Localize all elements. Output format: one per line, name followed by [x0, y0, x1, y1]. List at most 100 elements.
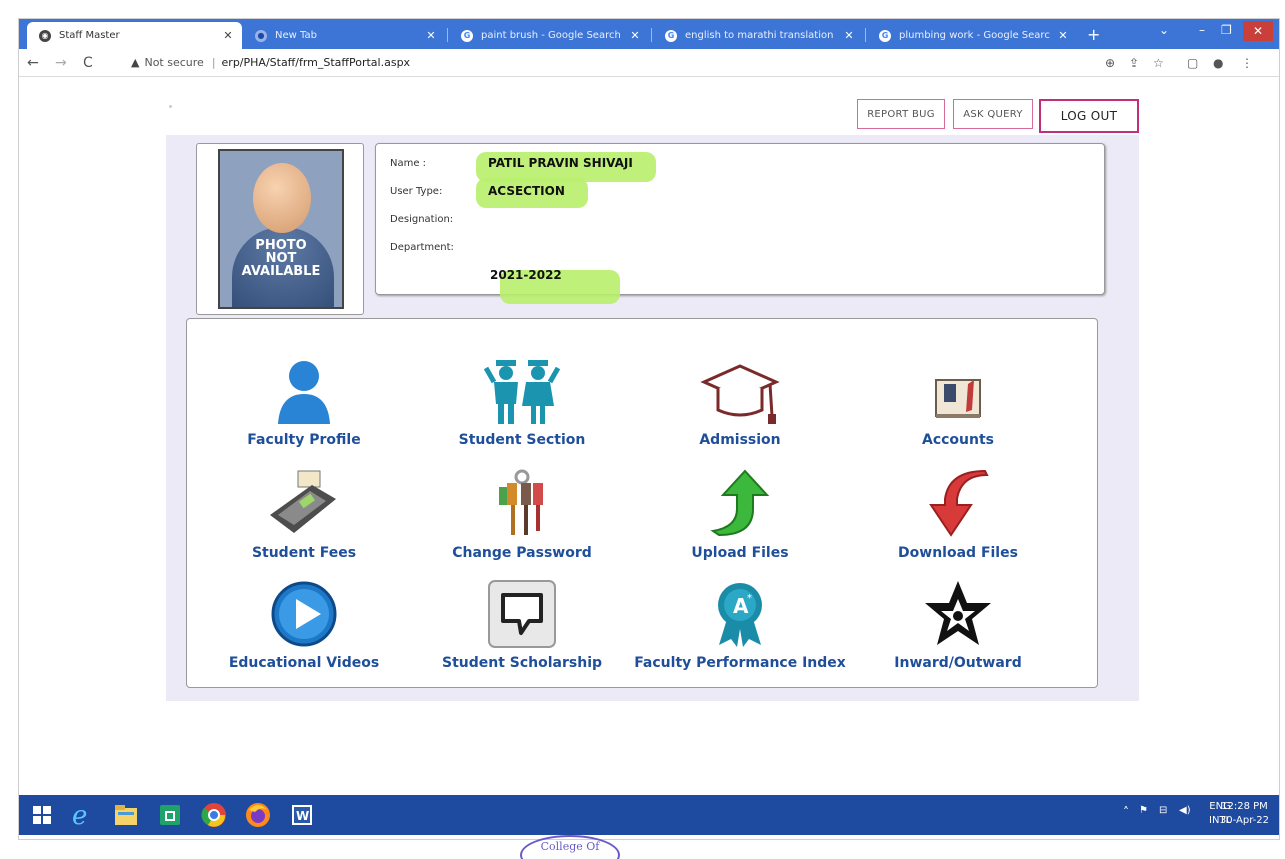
network-icon[interactable]: ⊟ — [1159, 805, 1167, 816]
profile-icon[interactable]: ● — [1213, 56, 1223, 70]
ask-query-button[interactable]: ASK QUERY — [953, 99, 1033, 129]
department-label: Department: — [390, 242, 454, 253]
browser-window: ◉ Staff Master ✕ ● New Tab ✕ G paint bru… — [18, 18, 1280, 840]
google-icon: G — [879, 29, 891, 42]
chat-bubble-icon — [482, 577, 562, 649]
name-value: PATIL PRAVIN SHIVAJI — [488, 156, 633, 170]
close-icon[interactable]: ✕ — [1055, 29, 1071, 42]
close-icon[interactable]: ✕ — [423, 29, 439, 42]
windows-start-icon[interactable] — [27, 800, 57, 830]
student-scholarship-tile[interactable]: Student Scholarship — [412, 577, 632, 687]
module-label: Download Files — [898, 545, 1018, 561]
card-machine-icon — [264, 467, 344, 539]
accounts-tile[interactable]: Accounts — [848, 354, 1068, 464]
google-icon: G — [461, 29, 473, 42]
academic-year: 2021-2022 — [490, 268, 562, 282]
minimize-icon[interactable]: – — [1199, 23, 1205, 37]
avatar-head — [253, 163, 311, 233]
new-tab-button[interactable]: + — [1087, 25, 1100, 44]
tab-plumbing-work[interactable]: G plumbing work - Google Searc ✕ — [867, 22, 1077, 49]
chevron-down-icon[interactable]: ⌄ — [1159, 23, 1169, 37]
url-text: erp/PHA/Staff/frm_StaffPortal.aspx — [221, 56, 411, 69]
chevron-up-icon[interactable]: ˄ — [1123, 805, 1129, 819]
bookmark-star-icon[interactable]: ☆ — [1153, 56, 1164, 70]
chrome-icon[interactable] — [199, 800, 229, 830]
educational-videos-tile[interactable]: Educational Videos — [194, 577, 414, 687]
keys-icon — [482, 467, 562, 539]
taskbar: e W ˄ ⚑ ⊟ ◀) ENG INTL 12:28 PM 30-Apr-22 — [19, 795, 1279, 835]
star-arrows-icon — [918, 577, 998, 649]
log-out-button[interactable]: LOG OUT — [1039, 99, 1139, 133]
upload-arrow-icon — [700, 467, 780, 539]
svg-text:e: e — [72, 802, 87, 828]
back-icon[interactable]: ← — [27, 55, 39, 71]
close-window-button[interactable]: ✕ — [1243, 21, 1273, 41]
admission-tile[interactable]: Admission — [630, 354, 850, 464]
photo-frame: PHOTO NOT AVAILABLE — [196, 143, 364, 315]
share-icon[interactable]: ⇪ — [1129, 56, 1139, 70]
student-section-tile[interactable]: Student Section — [412, 354, 632, 464]
flag-icon[interactable]: ⚑ — [1139, 805, 1148, 816]
report-bug-button[interactable]: REPORT BUG — [857, 99, 945, 129]
module-label: Admission — [699, 432, 781, 448]
module-label: Faculty Performance Index — [634, 655, 846, 671]
module-label: Inward/Outward — [894, 655, 1022, 671]
menu-icon[interactable]: ⋮ — [1241, 56, 1253, 70]
tab-new-tab[interactable]: ● New Tab ✕ — [243, 22, 445, 49]
volume-icon[interactable]: ◀) — [1179, 805, 1191, 816]
faculty-profile-tile[interactable]: Faculty Profile — [194, 354, 414, 464]
forward-icon[interactable]: → — [55, 55, 67, 71]
close-icon[interactable]: ✕ — [841, 29, 857, 42]
module-label: Accounts — [921, 432, 994, 448]
tab-label: Staff Master — [59, 30, 120, 41]
graduation-cap-icon — [700, 354, 780, 426]
photo-placeholder-text: PHOTO NOT AVAILABLE — [220, 239, 342, 278]
module-label: Student Section — [458, 432, 586, 448]
module-grid: Faculty Profile Student Section Admissio… — [186, 318, 1098, 688]
tab-english-marathi[interactable]: G english to marathi translation ✕ — [653, 22, 863, 49]
page-content: REPORT BUG ASK QUERY LOG OUT PHOTO NOT A… — [19, 77, 1279, 795]
tab-label: english to marathi translation — [685, 30, 834, 41]
faculty-performance-index-tile[interactable]: A * Faculty Performance Index — [630, 577, 850, 687]
inward-outward-tile[interactable]: Inward/Outward — [848, 577, 1068, 687]
name-label: Name : — [390, 158, 427, 169]
zoom-icon[interactable]: ⊕ — [1105, 56, 1115, 70]
store-icon[interactable] — [155, 800, 185, 830]
module-label: Educational Videos — [228, 655, 380, 671]
warning-icon: ▲ — [131, 56, 140, 69]
module-label: Student Scholarship — [441, 655, 603, 671]
download-files-tile[interactable]: Download Files — [848, 467, 1068, 577]
restore-icon[interactable]: ❐ — [1221, 23, 1232, 37]
url-field[interactable]: ▲ Not secure | erp/PHA/Staff/frm_StaffPo… — [131, 56, 410, 69]
globe-icon: ◉ — [39, 29, 51, 42]
word-icon[interactable]: W — [287, 800, 317, 830]
clock-time: 12:28 PM — [1221, 801, 1268, 812]
file-explorer-icon[interactable] — [111, 800, 141, 830]
tab-separator — [447, 28, 448, 42]
tab-paint-brush[interactable]: G paint brush - Google Search ✕ — [449, 22, 649, 49]
avatar: PHOTO NOT AVAILABLE — [218, 149, 344, 309]
profile-info-card: Name : PATIL PRAVIN SHIVAJI User Type: A… — [375, 143, 1105, 304]
tab-separator — [651, 28, 652, 42]
clock[interactable]: 12:28 PM 30-Apr-22 — [1220, 800, 1269, 828]
upload-files-tile[interactable]: Upload Files — [630, 467, 850, 577]
close-icon[interactable]: ✕ — [627, 29, 643, 42]
firefox-icon[interactable] — [243, 800, 273, 830]
module-label: Student Fees — [251, 545, 357, 561]
students-icon — [482, 354, 562, 426]
download-arrow-icon — [918, 467, 998, 539]
tab-separator — [865, 28, 866, 42]
internet-explorer-icon[interactable]: e — [67, 800, 97, 830]
stamp-text: College Of — [540, 840, 600, 853]
tab-staff-master[interactable]: ◉ Staff Master ✕ — [27, 22, 242, 49]
photo-text-line: AVAILABLE — [241, 264, 321, 279]
reload-icon[interactable]: C — [83, 55, 93, 71]
designation-label: Designation: — [390, 214, 454, 225]
award-ribbon-icon: A * — [700, 577, 780, 649]
close-icon[interactable]: ✕ — [220, 29, 236, 42]
svg-text:W: W — [296, 809, 309, 823]
change-password-tile[interactable]: Change Password — [412, 467, 632, 577]
student-fees-tile[interactable]: Student Fees — [194, 467, 414, 577]
chrome-icon: ● — [255, 29, 267, 42]
side-panel-icon[interactable]: ▢ — [1187, 56, 1198, 70]
